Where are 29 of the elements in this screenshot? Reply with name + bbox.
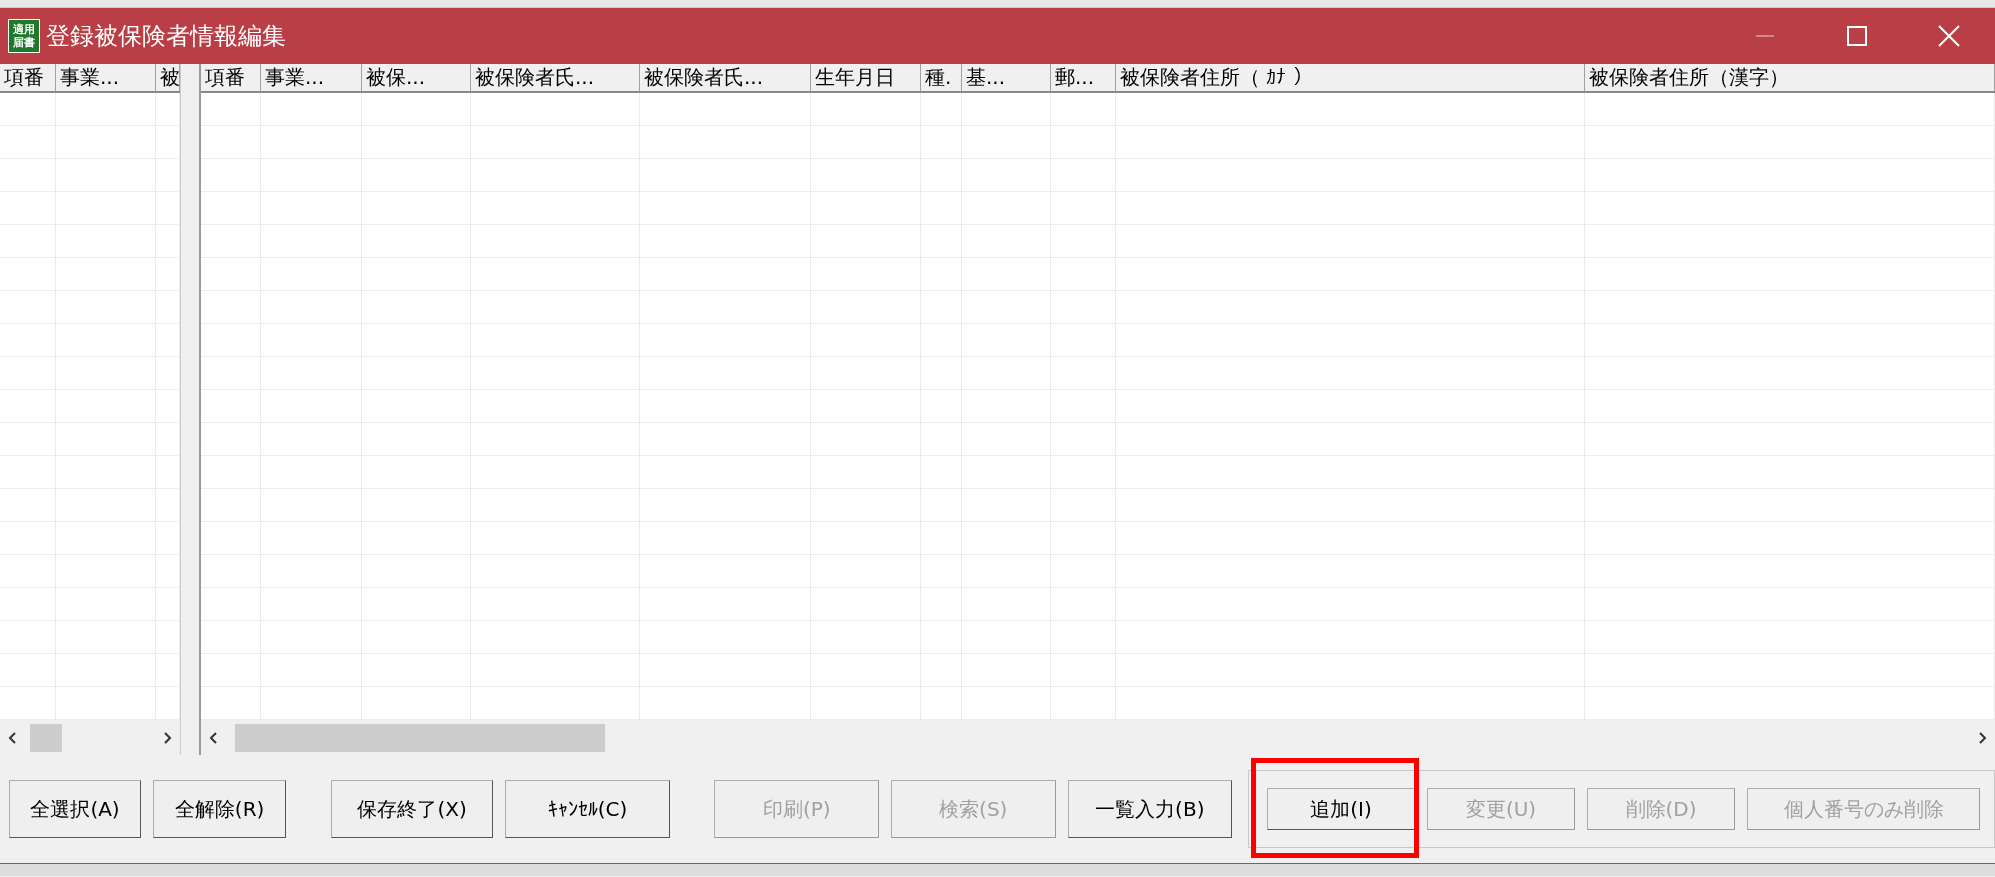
column-header[interactable]: 被保険者住所（漢字） <box>1585 64 1995 91</box>
maximize-icon[interactable] <box>1847 26 1867 46</box>
action-button[interactable]: 追加(I) <box>1267 788 1416 830</box>
column-header[interactable]: 被保険者住所（ ｶﾅ ） <box>1116 64 1585 91</box>
column-header[interactable]: 項番 <box>201 64 261 91</box>
scroll-left-icon[interactable] <box>7 730 17 745</box>
column-header[interactable]: 項番 <box>0 64 56 91</box>
close-icon[interactable] <box>1938 25 1960 47</box>
column-header[interactable]: 基... <box>962 64 1051 91</box>
column-header[interactable]: 生年月日 <box>811 64 921 91</box>
column-header[interactable]: 被保険者氏... <box>640 64 811 91</box>
column-header[interactable]: 種. <box>921 64 962 91</box>
action-button[interactable]: 全解除(R) <box>153 780 287 838</box>
column-header[interactable]: 郵... <box>1051 64 1116 91</box>
action-button[interactable]: ｷｬﾝｾﾙ(C) <box>505 780 670 838</box>
action-button[interactable]: 一覧入力(B) <box>1067 780 1233 838</box>
scroll-left-icon[interactable] <box>208 730 218 745</box>
column-header[interactable]: 被保... <box>362 64 471 91</box>
column-header[interactable]: 被保険者氏... <box>471 64 640 91</box>
scroll-right-icon[interactable] <box>163 730 173 745</box>
scrollbar-thumb[interactable] <box>235 723 605 752</box>
scrollbar-thumb[interactable] <box>30 723 62 752</box>
window-title: 登録被保険者情報編集 <box>46 21 287 52</box>
app-icon: 適用 届書 <box>8 19 40 53</box>
column-header[interactable]: 事業... <box>261 64 362 91</box>
action-button[interactable]: 全選択(A) <box>9 780 142 838</box>
column-header[interactable]: 事業... <box>56 64 156 91</box>
action-button[interactable]: 保存終了(X) <box>330 780 494 838</box>
scroll-right-icon[interactable] <box>1978 730 1988 745</box>
